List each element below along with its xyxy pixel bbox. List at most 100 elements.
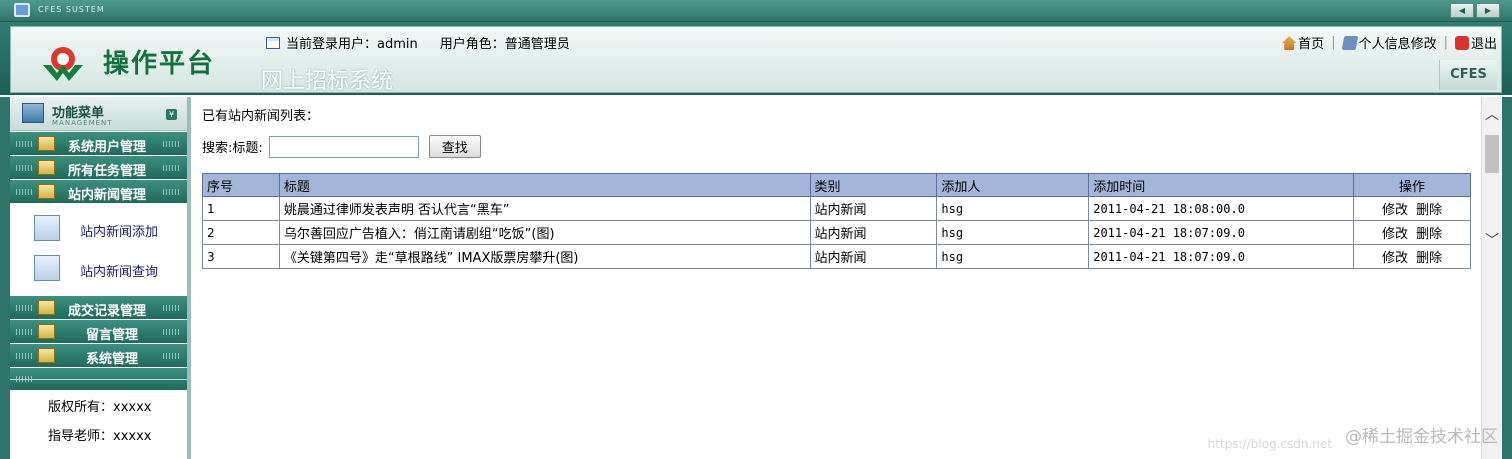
left-frame (0, 97, 10, 459)
search-label: 搜索:标题: (202, 141, 263, 156)
sidebar: 功能菜单 MANAGEMENT ¥ 系统用户管理 所有任务管理 站内新闻管理 站… (10, 97, 190, 459)
news-table: 序号 标题 类别 添加人 添加时间 操作 1 姚晨通过律师发表声明 否认代言“黑… (202, 173, 1471, 269)
sidebar-item-news[interactable]: 站内新闻管理 (10, 180, 187, 203)
teacher-text: 指导老师：xxxxx (48, 429, 152, 444)
stripe-decoration (163, 141, 181, 147)
divider: | (1443, 35, 1448, 50)
system-subtitle: 网上招标系统 (261, 69, 394, 94)
cell-no: 2 (202, 220, 280, 245)
submenu-item-add-news[interactable]: 站内新闻添加 (10, 209, 187, 249)
stripe-decoration (16, 141, 34, 147)
stripe-decoration (16, 353, 34, 359)
sidebar-item-all-tasks[interactable]: 所有任务管理 (10, 156, 187, 179)
cell-author: hsg (936, 196, 1090, 221)
search-button[interactable]: 查找 (428, 135, 481, 158)
vertical-scrollbar[interactable]: ︿ ﹀ (1481, 97, 1501, 459)
top-links: 首页 | 个人信息修改 | 退出 (1282, 33, 1497, 52)
submenu-item-query-news[interactable]: 站内新闻查询 (10, 249, 187, 289)
sidebar-item-label: 成交记录管理 (68, 304, 147, 319)
home-link[interactable]: 首页 (1282, 33, 1324, 52)
cell-time: 2011-04-21 18:08:00.0 (1088, 196, 1355, 221)
cell-title: 乌尔善回应广告植入：俏江南请剧组“吃饭”(图) (278, 220, 811, 245)
cell-category: 站内新闻 (809, 244, 938, 269)
window-icon (266, 36, 280, 49)
sidebar-item-system[interactable]: 系统管理 (10, 344, 187, 367)
submenu-label: 站内新闻查询 (80, 265, 159, 280)
collapse-icon[interactable]: ¥ (166, 109, 177, 120)
cell-time: 2011-04-21 18:07:09.0 (1088, 244, 1355, 269)
search-bar: 搜索:标题: 查找 (202, 135, 481, 158)
sidebar-item-label: 所有任务管理 (68, 164, 147, 179)
cell-author: hsg (936, 220, 1090, 245)
folder-icon (38, 136, 55, 151)
folder-icon (38, 324, 55, 339)
prev-arrow-icon[interactable]: ◀ (1450, 3, 1474, 18)
col-no: 序号 (202, 173, 280, 197)
edit-link[interactable]: 修改 (1382, 203, 1408, 218)
stripe-decoration (163, 353, 181, 359)
logout-link[interactable]: 退出 (1454, 33, 1497, 52)
scroll-up-icon[interactable]: ︿ (1482, 105, 1502, 125)
edit-link[interactable]: 修改 (1382, 227, 1408, 242)
title-nav-buttons: ◀ ▶ (1450, 3, 1500, 18)
logo-text: 操作平台 (103, 49, 216, 79)
home-label: 首页 (1298, 37, 1325, 52)
query-news-icon (34, 255, 60, 281)
menu-icon (22, 103, 44, 123)
cell-action: 修改 删除 (1353, 196, 1471, 221)
sidebar-splitter[interactable] (187, 97, 191, 459)
stripe-decoration (163, 189, 181, 195)
search-input[interactable] (268, 135, 419, 158)
app-name: CFES SUSTEM (38, 5, 105, 14)
cell-category: 站内新闻 (809, 196, 938, 221)
folder-icon (38, 348, 55, 363)
cfes-badge: CFES (1439, 60, 1497, 90)
copyright-text: 版权所有：xxxxx (48, 400, 152, 415)
cell-author: hsg (936, 244, 1090, 269)
sidebar-item-label: 留言管理 (86, 328, 139, 343)
folder-icon (38, 300, 55, 315)
app-window-icon (14, 3, 30, 17)
stripe-decoration (16, 165, 34, 171)
next-arrow-icon[interactable]: ▶ (1476, 3, 1500, 18)
right-frame (1502, 97, 1512, 459)
submenu-label: 站内新闻添加 (80, 225, 159, 240)
home-icon (1282, 36, 1297, 50)
profile-link[interactable]: 个人信息修改 (1341, 33, 1437, 52)
scroll-thumb[interactable] (1485, 135, 1499, 173)
delete-link[interactable]: 删除 (1416, 203, 1442, 218)
col-title: 标题 (278, 173, 811, 197)
sidebar-item-deals[interactable]: 成交记录管理 (10, 296, 187, 319)
divider: | (1331, 35, 1336, 50)
sidebar-item-label: 站内新闻管理 (68, 188, 147, 203)
stripe-decoration (163, 305, 181, 311)
sidebar-item-system-users[interactable]: 系统用户管理 (10, 132, 187, 155)
table-row: 2 乌尔善回应广告植入：俏江南请剧组“吃饭”(图) 站内新闻 hsg 2011-… (202, 220, 1471, 245)
edit-link[interactable]: 修改 (1382, 251, 1408, 266)
bank-logo-icon (43, 47, 83, 81)
stripe-decoration (163, 329, 181, 335)
col-time: 添加时间 (1088, 173, 1355, 197)
watermark: @稀土掘金技术社区 (1345, 427, 1498, 447)
cell-action: 修改 删除 (1353, 220, 1471, 245)
delete-link[interactable]: 删除 (1416, 227, 1442, 242)
table-header-row: 序号 标题 类别 添加人 添加时间 操作 (202, 173, 1471, 197)
menu-subtitle: MANAGEMENT (52, 119, 113, 127)
user-role: 用户角色：普通管理员 (439, 37, 570, 52)
scroll-down-icon[interactable]: ﹀ (1482, 231, 1502, 251)
sidebar-item-messages[interactable]: 留言管理 (10, 320, 187, 343)
logout-icon (1454, 36, 1469, 50)
folder-icon (38, 184, 55, 199)
cell-category: 站内新闻 (809, 220, 938, 245)
cell-title: 姚晨通过律师发表声明 否认代言“黑车” (278, 196, 811, 221)
col-category: 类别 (809, 173, 938, 197)
list-title: 已有站内新闻列表： (202, 109, 320, 124)
header-panel: 操作平台 网上招标系统 当前登录用户：admin 用户角色：普通管理员 首页 |… (10, 26, 1502, 94)
table-row: 1 姚晨通过律师发表声明 否认代言“黑车” 站内新闻 hsg 2011-04-2… (202, 196, 1471, 221)
sidebar-info: 版权所有：xxxxx 指导老师：xxxxx (10, 379, 187, 459)
main-content: 已有站内新闻列表： 搜索:标题: 查找 序号 标题 类别 添加人 添加时间 操作… (194, 97, 1500, 459)
header: 操作平台 网上招标系统 当前登录用户：admin 用户角色：普通管理员 首页 |… (0, 22, 1512, 95)
cell-time: 2011-04-21 18:07:09.0 (1088, 220, 1355, 245)
user-info-bar: 当前登录用户：admin 用户角色：普通管理员 (266, 33, 570, 52)
delete-link[interactable]: 删除 (1416, 251, 1442, 266)
